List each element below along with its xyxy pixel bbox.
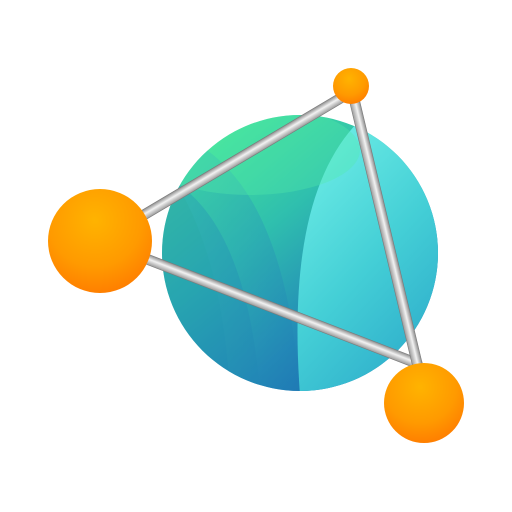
app-logo bbox=[0, 0, 512, 512]
molecule-globe-icon bbox=[48, 68, 464, 443]
node-top bbox=[333, 68, 369, 104]
globe-sphere bbox=[162, 115, 438, 391]
node-bottom bbox=[384, 363, 464, 443]
node-left bbox=[48, 189, 152, 293]
